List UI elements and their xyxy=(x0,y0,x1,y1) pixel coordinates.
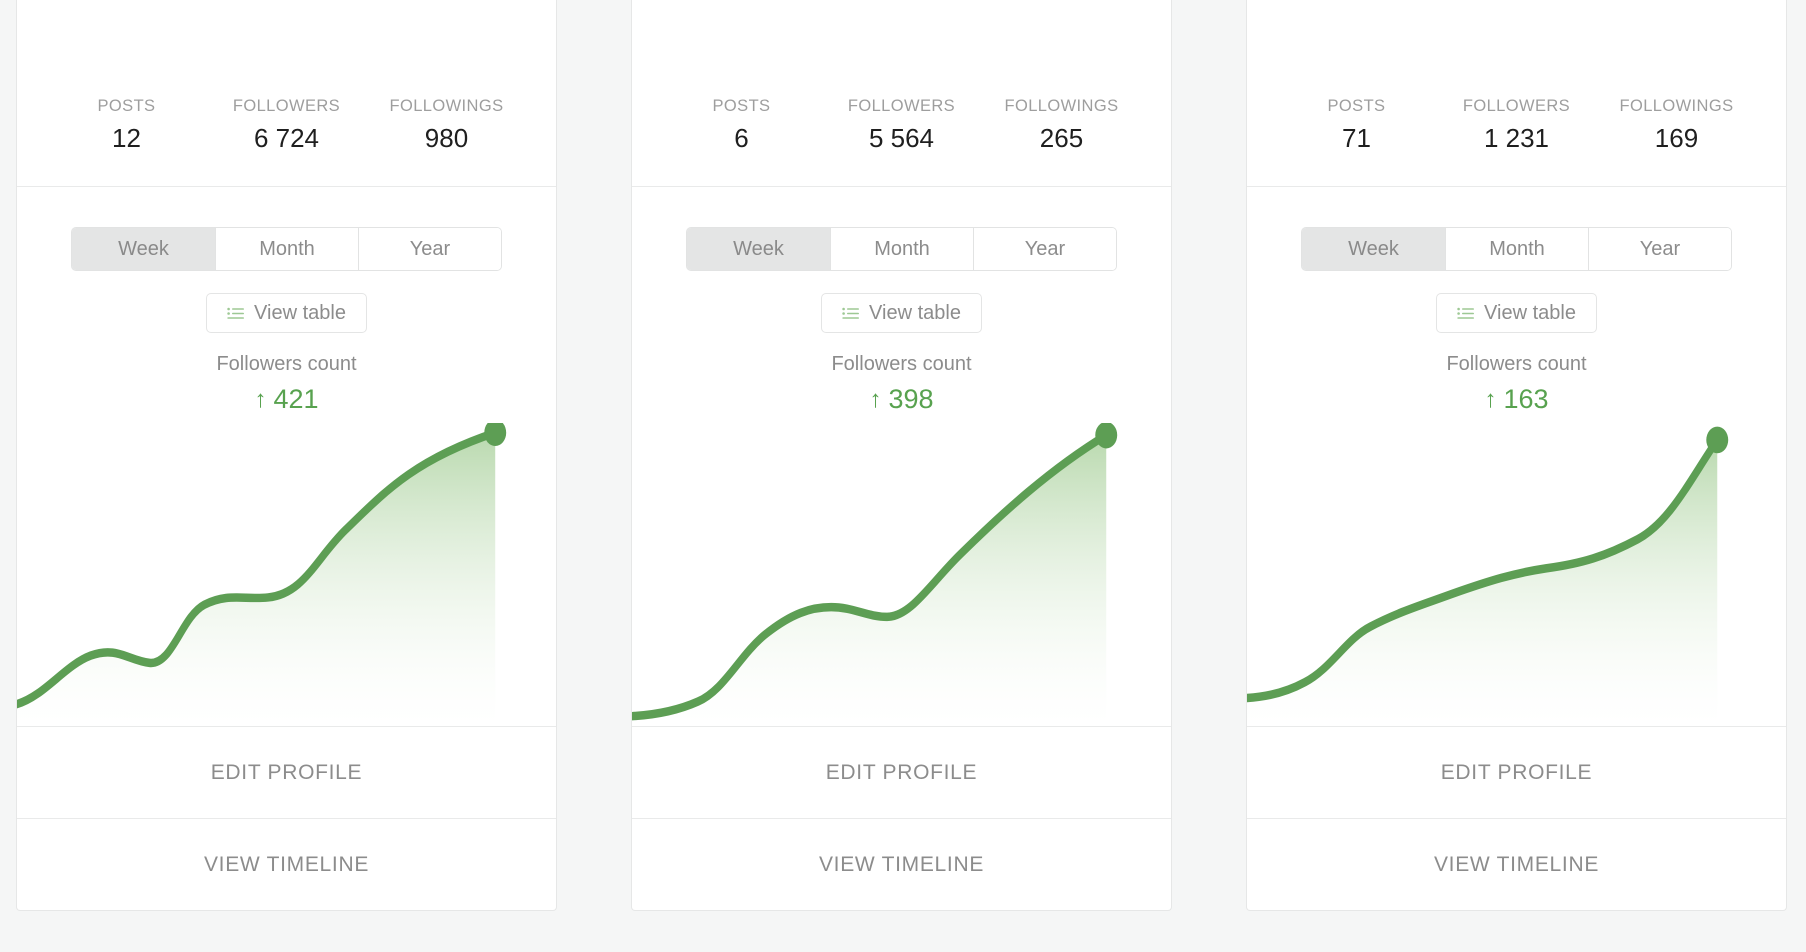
followers-count-label: Followers count xyxy=(831,353,972,376)
view-timeline-button[interactable]: VIEW TIMELINE xyxy=(632,818,1171,910)
followers-count-label: Followers count xyxy=(216,353,357,376)
stat-value-followers: 5 564 xyxy=(868,123,935,154)
stat-value-followers: 1 231 xyxy=(1483,123,1550,154)
range-option-year[interactable]: Year xyxy=(973,228,1116,271)
profile-card: POSTS 6 FOLLOWERS 5 564 FOLLOWINGS 265 W… xyxy=(631,0,1172,911)
edit-profile-button[interactable]: EDIT PROFILE xyxy=(1247,726,1786,818)
card-body: Week Month Year View table Followers cou… xyxy=(17,187,556,726)
view-table-button[interactable]: View table xyxy=(821,293,982,334)
range-option-week[interactable]: Week xyxy=(1302,228,1445,271)
stat-value-posts: 12 xyxy=(112,123,141,154)
view-timeline-button[interactable]: VIEW TIMELINE xyxy=(1247,818,1786,910)
range-option-year[interactable]: Year xyxy=(1588,228,1731,271)
card-actions: EDIT PROFILE VIEW TIMELINE xyxy=(17,726,556,910)
view-table-label: View table xyxy=(869,301,961,324)
stat-followings: FOLLOWINGS 169 xyxy=(1597,96,1757,158)
card-body: Week Month Year View table Followers cou… xyxy=(632,187,1171,726)
followers-area-chart xyxy=(17,423,556,726)
stat-value-followers: 6 724 xyxy=(253,123,320,154)
view-table-label: View table xyxy=(1484,301,1576,324)
view-table-button[interactable]: View table xyxy=(206,293,367,334)
stat-followers: FOLLOWERS 5 564 xyxy=(822,96,982,158)
followers-delta: ↑ 421 xyxy=(254,386,318,413)
list-icon xyxy=(842,307,860,320)
followers-delta: ↑ 398 xyxy=(869,386,933,413)
range-option-month[interactable]: Month xyxy=(215,228,358,271)
range-option-year[interactable]: Year xyxy=(358,228,501,271)
stat-posts: POSTS 71 xyxy=(1277,96,1437,158)
view-table-label: View table xyxy=(254,301,346,324)
followers-area-chart xyxy=(632,423,1171,726)
edit-profile-button[interactable]: EDIT PROFILE xyxy=(17,726,556,818)
range-segmented-control[interactable]: Week Month Year xyxy=(686,227,1117,272)
stat-label-posts: POSTS xyxy=(97,97,156,115)
range-segmented-control[interactable]: Week Month Year xyxy=(71,227,502,272)
stat-posts: POSTS 12 xyxy=(47,96,207,158)
edit-profile-button[interactable]: EDIT PROFILE xyxy=(632,726,1171,818)
stat-label-posts: POSTS xyxy=(1327,97,1386,115)
stat-value-posts: 6 xyxy=(734,123,749,154)
range-option-month[interactable]: Month xyxy=(830,228,973,271)
stat-label-posts: POSTS xyxy=(712,97,771,115)
list-icon xyxy=(227,307,245,320)
followers-delta-value: 421 xyxy=(273,384,319,415)
list-icon xyxy=(1457,307,1475,320)
stats-row: POSTS 12 FOLLOWERS 6 724 FOLLOWINGS 980 xyxy=(17,0,556,188)
stat-posts: POSTS 6 xyxy=(662,96,822,158)
followers-count-label: Followers count xyxy=(1446,353,1587,376)
range-segmented-control[interactable]: Week Month Year xyxy=(1301,227,1732,272)
view-table-button[interactable]: View table xyxy=(1436,293,1597,334)
stat-value-followings: 169 xyxy=(1654,123,1699,154)
range-option-week[interactable]: Week xyxy=(687,228,830,271)
stat-label-followings: FOLLOWINGS xyxy=(389,97,504,115)
followers-delta: ↑ 163 xyxy=(1484,386,1548,413)
stats-row: POSTS 6 FOLLOWERS 5 564 FOLLOWINGS 265 xyxy=(632,0,1171,188)
stat-label-followings: FOLLOWINGS xyxy=(1004,97,1119,115)
stat-value-followings: 980 xyxy=(424,123,469,154)
stat-followers: FOLLOWERS 1 231 xyxy=(1437,96,1597,158)
stat-label-followings: FOLLOWINGS xyxy=(1619,97,1734,115)
card-actions: EDIT PROFILE VIEW TIMELINE xyxy=(632,726,1171,910)
stat-followings: FOLLOWINGS 980 xyxy=(367,96,527,158)
followers-area-chart xyxy=(1247,423,1786,726)
arrow-up-icon: ↑ xyxy=(869,385,882,413)
profile-cards-board: POSTS 12 FOLLOWERS 6 724 FOLLOWINGS 980 … xyxy=(0,0,1806,952)
stat-value-posts: 71 xyxy=(1342,123,1371,154)
range-option-week[interactable]: Week xyxy=(72,228,215,271)
stat-followings: FOLLOWINGS 265 xyxy=(982,96,1142,158)
arrow-up-icon: ↑ xyxy=(254,385,267,413)
followers-delta-value: 163 xyxy=(1503,384,1549,415)
followers-delta-value: 398 xyxy=(888,384,934,415)
profile-card: POSTS 12 FOLLOWERS 6 724 FOLLOWINGS 980 … xyxy=(16,0,557,911)
card-body: Week Month Year View table Followers cou… xyxy=(1247,187,1786,726)
view-timeline-button[interactable]: VIEW TIMELINE xyxy=(17,818,556,910)
card-actions: EDIT PROFILE VIEW TIMELINE xyxy=(1247,726,1786,910)
stat-label-followers: FOLLOWERS xyxy=(1462,97,1571,115)
profile-card: POSTS 71 FOLLOWERS 1 231 FOLLOWINGS 169 … xyxy=(1246,0,1787,911)
stats-row: POSTS 71 FOLLOWERS 1 231 FOLLOWINGS 169 xyxy=(1247,0,1786,188)
stat-value-followings: 265 xyxy=(1039,123,1084,154)
stat-followers: FOLLOWERS 6 724 xyxy=(207,96,367,158)
stat-label-followers: FOLLOWERS xyxy=(232,97,341,115)
arrow-up-icon: ↑ xyxy=(1484,385,1497,413)
range-option-month[interactable]: Month xyxy=(1445,228,1588,271)
stat-label-followers: FOLLOWERS xyxy=(847,97,956,115)
